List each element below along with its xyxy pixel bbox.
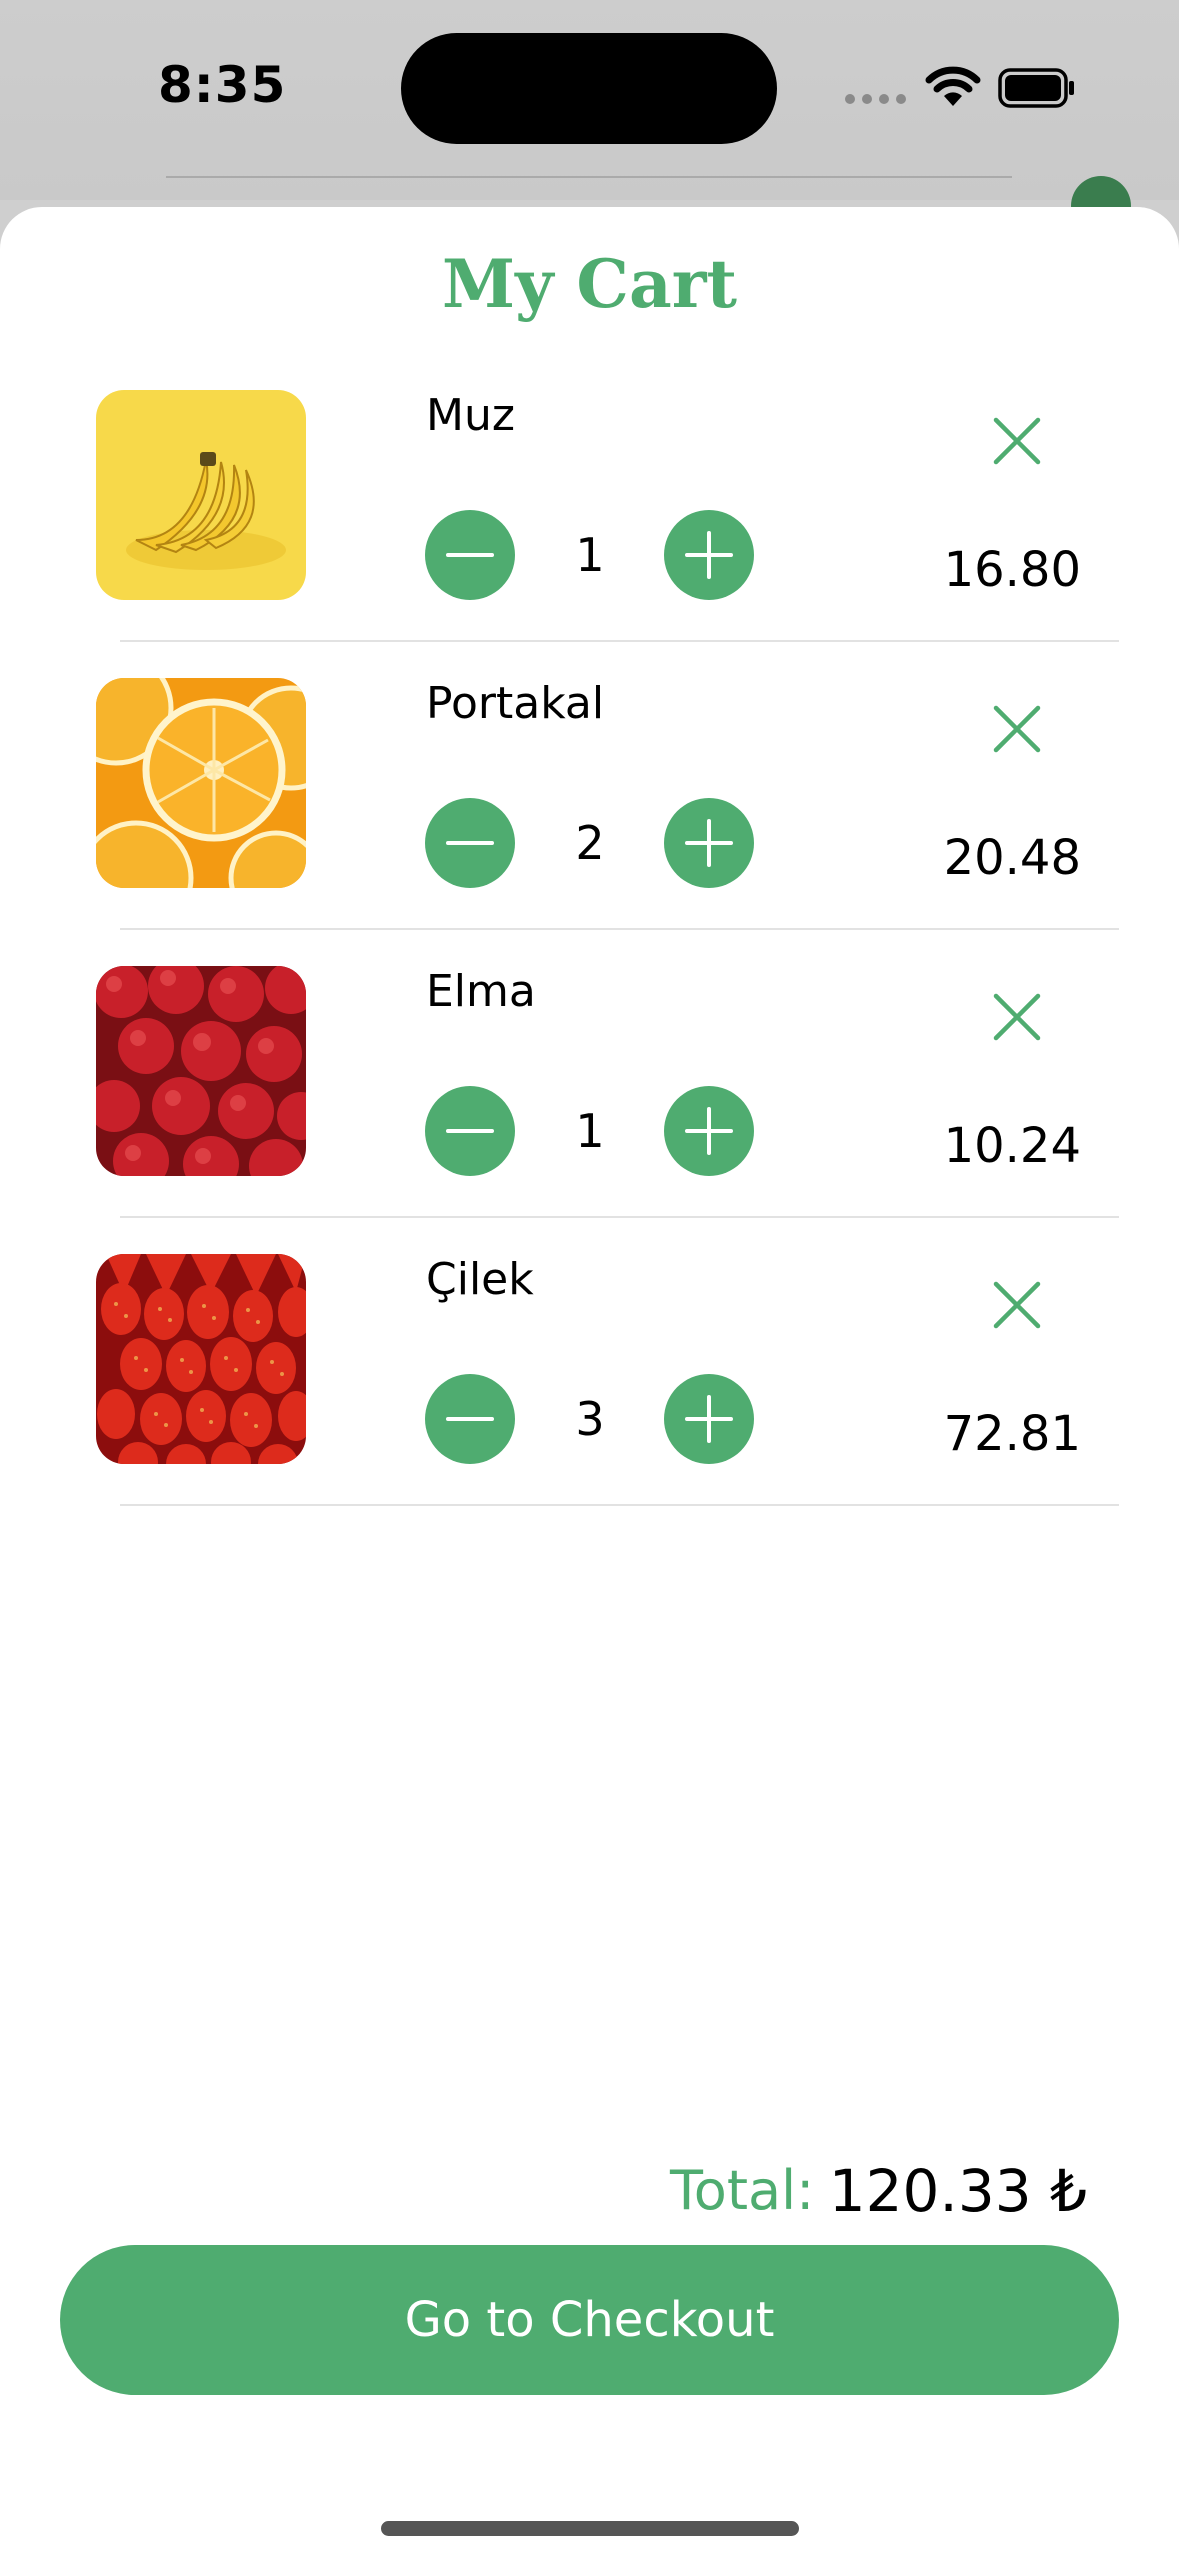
dynamic-island [401, 33, 777, 144]
decrease-quantity-button[interactable] [425, 1374, 515, 1464]
plus-icon [685, 1395, 733, 1443]
item-price: 10.24 [943, 1118, 1081, 1174]
cellular-signal-icon [845, 94, 906, 104]
strawberry-image [96, 1254, 306, 1464]
item-quantity: 1 [575, 528, 605, 582]
item-name: Çilek [426, 1254, 534, 1305]
cart-item-row: Elma 1 10.24 [0, 966, 1179, 1254]
apple-image [96, 966, 306, 1176]
home-indicator[interactable] [381, 2521, 799, 2536]
decrease-quantity-button[interactable] [425, 1086, 515, 1176]
minus-icon [446, 1129, 494, 1133]
row-divider [120, 1216, 1119, 1218]
close-icon[interactable] [988, 700, 1046, 758]
item-price: 20.48 [943, 830, 1081, 886]
plus-icon [685, 531, 733, 579]
item-price: 16.80 [943, 542, 1081, 598]
increase-quantity-button[interactable] [664, 798, 754, 888]
increase-quantity-button[interactable] [664, 1374, 754, 1464]
item-price: 72.81 [943, 1406, 1081, 1462]
orange-image [96, 678, 306, 888]
cart-item-row: Muz 1 16.80 [0, 390, 1179, 678]
cart-item-row: Portakal 2 20.48 [0, 678, 1179, 966]
minus-icon [446, 1417, 494, 1421]
decrease-quantity-button[interactable] [425, 798, 515, 888]
decrease-quantity-button[interactable] [425, 510, 515, 600]
row-divider [120, 928, 1119, 930]
battery-icon [998, 68, 1074, 108]
close-icon[interactable] [988, 988, 1046, 1046]
item-name: Muz [426, 390, 515, 441]
item-quantity: 3 [575, 1392, 605, 1446]
background-divider [166, 176, 1012, 178]
increase-quantity-button[interactable] [664, 1086, 754, 1176]
item-quantity: 2 [575, 816, 605, 870]
checkout-button[interactable]: Go to Checkout [60, 2245, 1119, 2395]
item-name: Portakal [426, 678, 605, 729]
plus-icon [685, 819, 733, 867]
row-divider [120, 640, 1119, 642]
close-icon[interactable] [988, 412, 1046, 470]
minus-icon [446, 841, 494, 845]
item-quantity: 1 [575, 1104, 605, 1158]
page-title: My Cart [442, 245, 737, 323]
close-icon[interactable] [988, 1276, 1046, 1334]
row-divider [120, 1504, 1119, 1506]
plus-icon [685, 1107, 733, 1155]
cart-sheet: My Cart Muz 1 16.80 Portakal 2 20.48 Elm… [0, 207, 1179, 2556]
cart-item-row: Çilek 3 72.81 [0, 1254, 1179, 1542]
increase-quantity-button[interactable] [664, 510, 754, 600]
total-label: Total: [670, 2159, 815, 2222]
status-bar: 8:35 [0, 0, 1179, 236]
status-time: 8:35 [158, 56, 287, 114]
minus-icon [446, 553, 494, 557]
total-value: 120.33 ₺ [828, 2157, 1087, 2225]
banana-image [96, 390, 306, 600]
wifi-icon [925, 66, 981, 106]
item-name: Elma [426, 966, 536, 1017]
